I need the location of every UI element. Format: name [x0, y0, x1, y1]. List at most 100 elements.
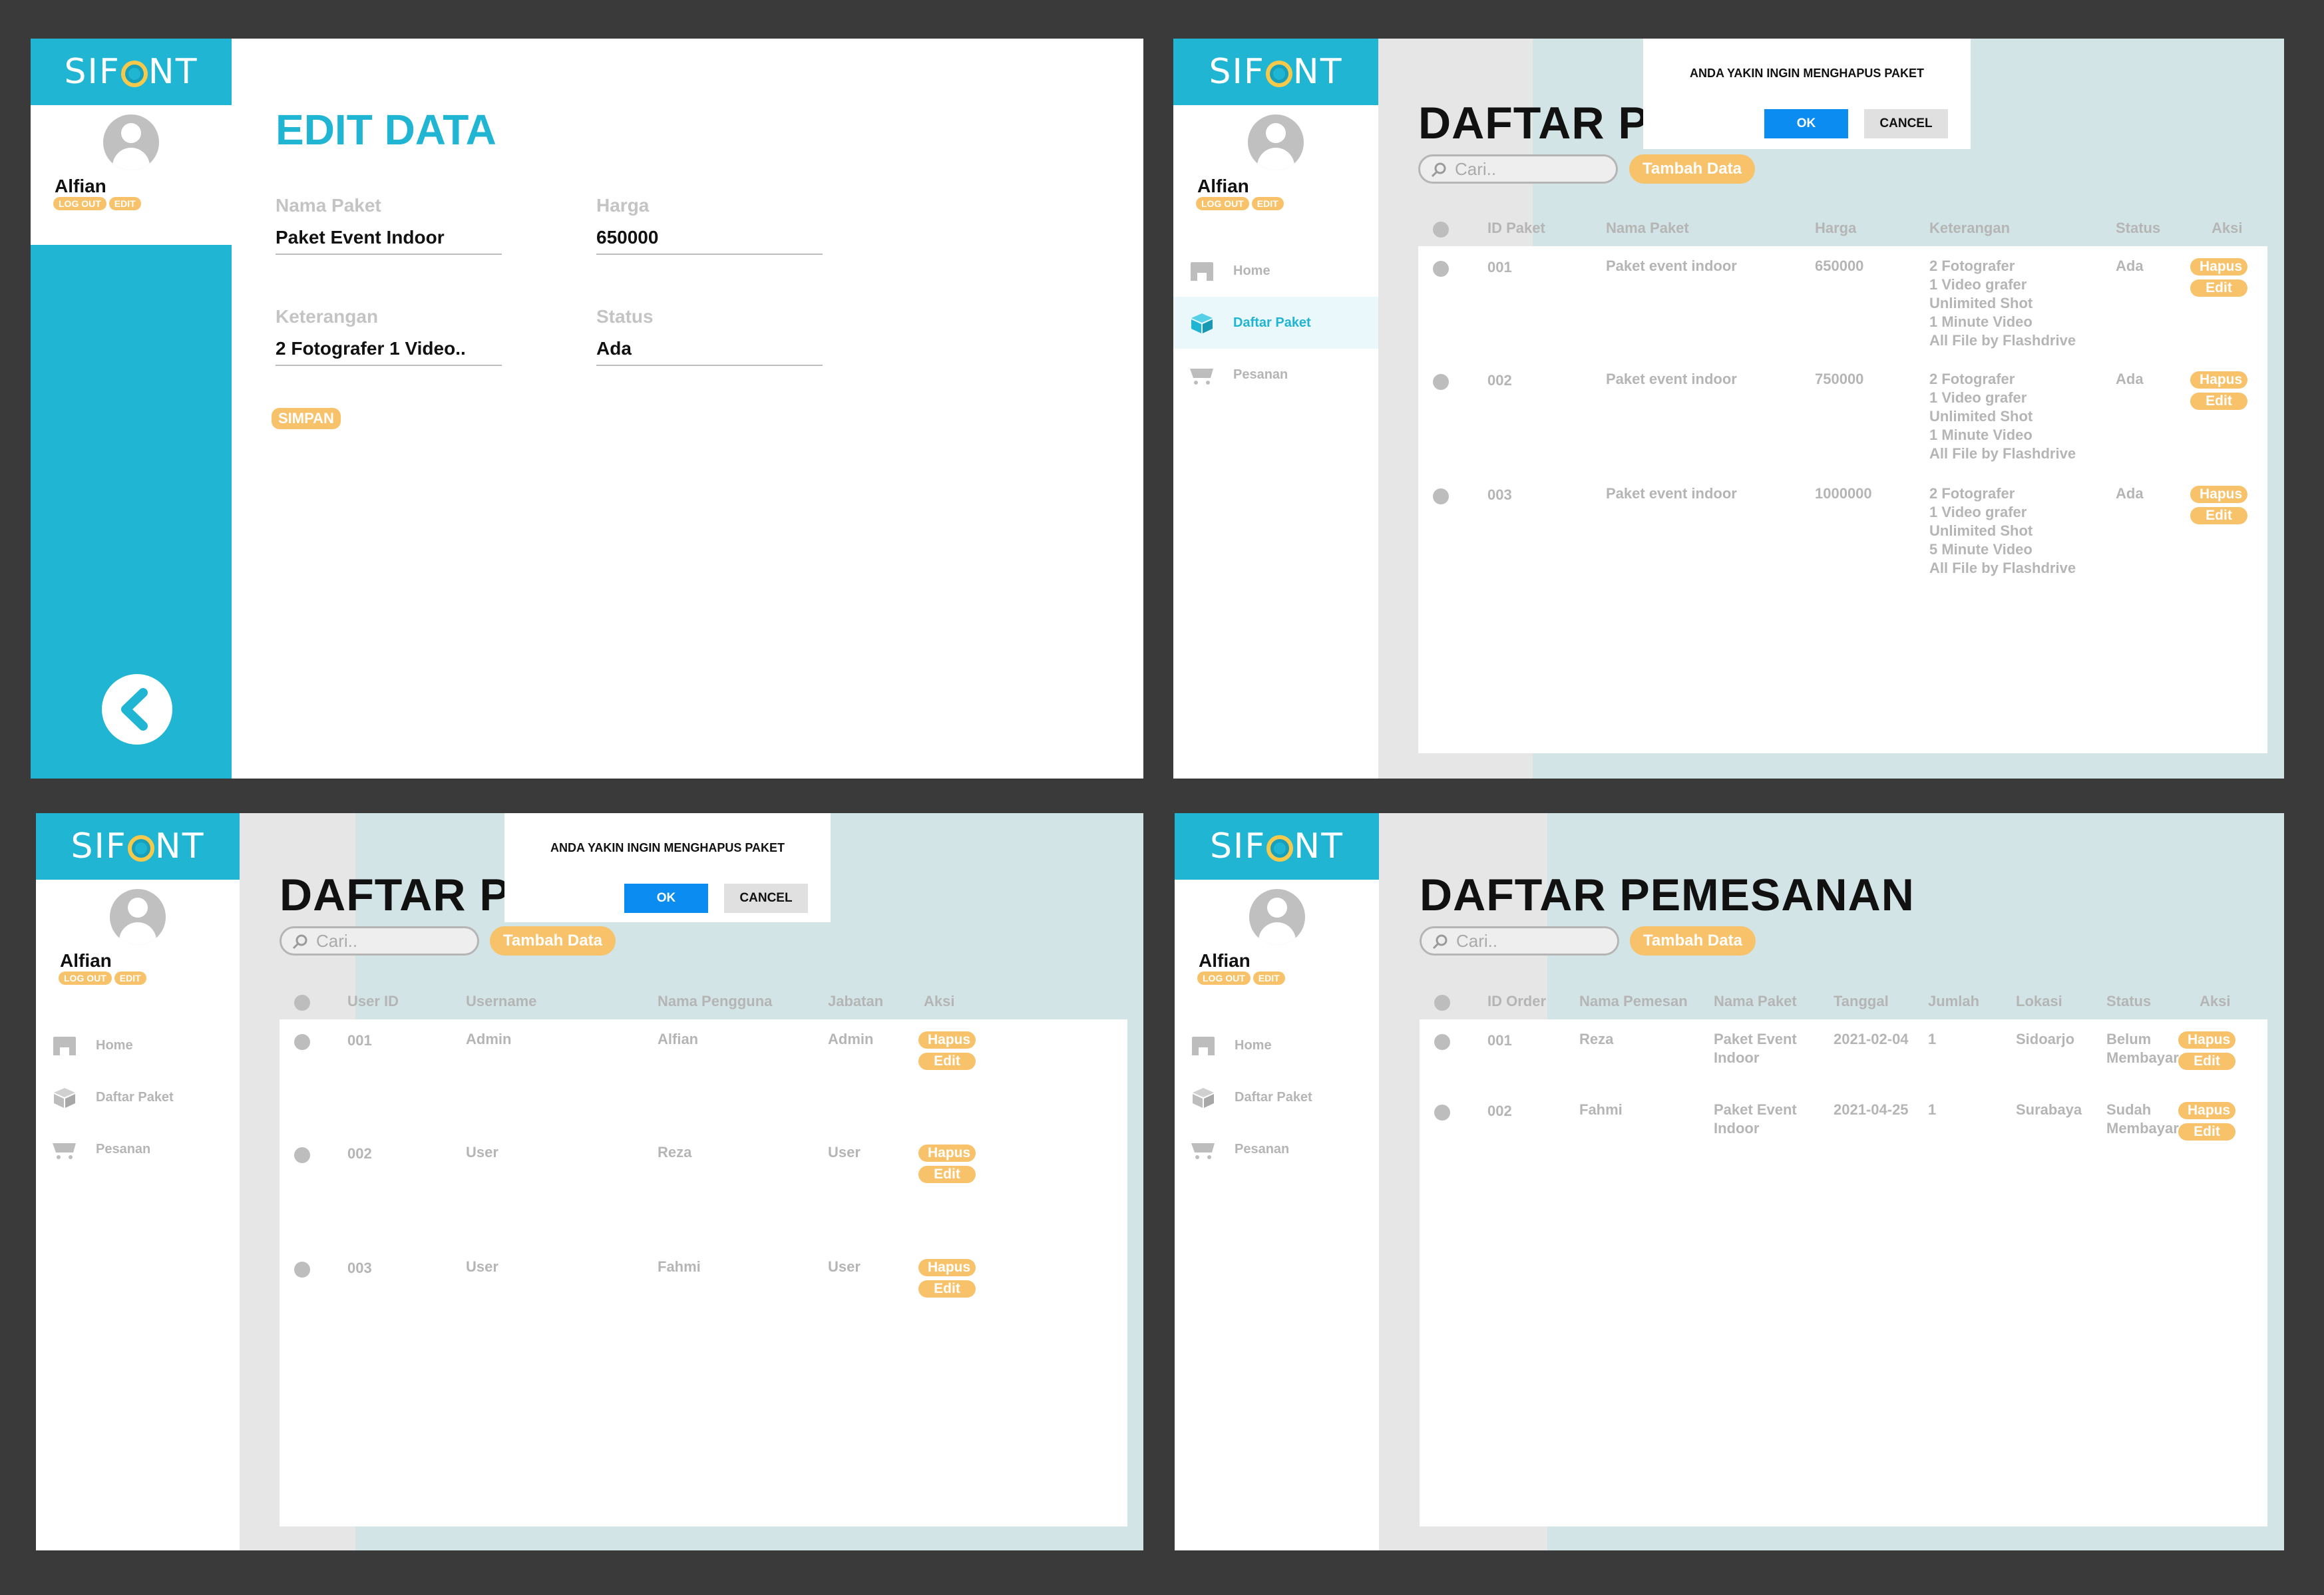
row-checkbox[interactable] [1433, 374, 1449, 390]
cart-icon [1191, 1143, 1215, 1159]
row-checkbox[interactable] [1433, 261, 1449, 277]
edit-button[interactable]: Edit [2190, 507, 2247, 524]
row-checkbox[interactable] [1434, 1105, 1450, 1121]
edit-profile-button[interactable]: EDIT [1253, 972, 1285, 985]
table-row: 002 User Reza User Hapus Edit [280, 1133, 1127, 1247]
logo-lens-icon [120, 61, 148, 87]
profile: Alfian LOG OUT EDIT [36, 880, 240, 1019]
sidebar-item-daftar-paket[interactable]: Daftar Paket [1173, 297, 1378, 349]
add-data-button[interactable]: Tambah Data [1629, 154, 1755, 184]
column-header: Aksi [2212, 220, 2243, 236]
edit-profile-button[interactable]: EDIT [1251, 197, 1284, 210]
column-header: Nama Paket [1606, 220, 1689, 236]
logout-button[interactable]: LOG OUT [1197, 972, 1251, 985]
hapus-button[interactable]: Hapus [918, 1145, 976, 1162]
row-checkbox[interactable] [294, 1262, 310, 1278]
ok-button[interactable]: OK [624, 884, 708, 913]
add-data-button[interactable]: Tambah Data [490, 926, 616, 956]
page-title: EDIT DATA [276, 106, 496, 154]
sidebar-item-home[interactable]: Home [1175, 1019, 1379, 1071]
ok-button[interactable]: OK [1764, 109, 1848, 138]
sidebar-item-home[interactable]: Home [36, 1019, 240, 1071]
select-all-checkbox[interactable] [1433, 222, 1449, 238]
sidebar-item-daftar-paket[interactable]: Daftar Paket [36, 1071, 240, 1123]
save-button[interactable]: SIMPAN [272, 408, 341, 429]
hapus-button[interactable]: Hapus [918, 1259, 976, 1276]
sidebar-item-pesanan[interactable]: Pesanan [1175, 1123, 1379, 1175]
edit-button[interactable]: Edit [918, 1166, 976, 1183]
search-input[interactable]: Cari.. [1418, 154, 1618, 184]
search-input[interactable]: Cari.. [280, 926, 479, 956]
dialog-message: ANDA YAKIN INGIN MENGHAPUS PAKET [1689, 67, 1925, 80]
daftar-pengguna-screen: SIF NT Alfian LOG OUT EDIT Home Daftar Pak… [36, 813, 1143, 1550]
column-header: Harga [1815, 220, 1857, 236]
edit-button[interactable]: Edit [2190, 279, 2247, 297]
edit-button[interactable]: Edit [2190, 393, 2247, 410]
hapus-button[interactable]: Hapus [2190, 371, 2247, 389]
status-input[interactable]: Ada [596, 338, 823, 366]
sidebar-item-home[interactable]: Home [1173, 245, 1378, 297]
logout-button[interactable]: LOG OUT [1196, 197, 1249, 210]
row-checkbox[interactable] [294, 1147, 310, 1163]
row-checkbox[interactable] [294, 1034, 310, 1050]
edit-data-screen: SIF NT Alfian LOG OUT EDIT EDIT DATA Nama … [31, 39, 1143, 779]
keterangan-input[interactable]: 2 Fotografer 1 Video.. [276, 338, 502, 366]
sidebar: SIF NT Alfian LOG OUT EDIT Home Daftar Pak… [1175, 813, 1379, 1550]
select-all-checkbox[interactable] [1434, 995, 1450, 1011]
hapus-button[interactable]: Hapus [2190, 258, 2247, 275]
add-data-button[interactable]: Tambah Data [1630, 926, 1756, 956]
table-row: 001 Paket event indoor 650000 2 Fotograf… [1418, 246, 2267, 359]
keterangan-field[interactable]: Keterangan 2 Fotografer 1 Video.. [276, 306, 502, 366]
logo-lens-icon [127, 835, 154, 862]
logo: SIF NT [31, 39, 232, 105]
avatar [103, 114, 159, 170]
edit-profile-button[interactable]: EDIT [108, 197, 141, 210]
hapus-button[interactable]: Hapus [918, 1031, 976, 1049]
edit-profile-button[interactable]: EDIT [114, 972, 146, 985]
profile: Alfian LOG OUT EDIT [1173, 105, 1378, 245]
sidebar-item-label: Daftar Paket [96, 1089, 174, 1105]
edit-button[interactable]: Edit [2178, 1123, 2235, 1141]
avatar [1248, 114, 1304, 170]
logout-button[interactable]: LOG OUT [53, 197, 106, 210]
chevron-left-icon [121, 688, 148, 731]
sidebar-item-pesanan[interactable]: Pesanan [1173, 349, 1378, 401]
package-icon [1193, 1088, 1214, 1108]
row-checkbox[interactable] [1434, 1034, 1450, 1050]
column-header: ID Order [1487, 993, 1547, 1009]
edit-button[interactable]: Edit [918, 1280, 976, 1298]
dialog-message: ANDA YAKIN INGIN MENGHAPUS PAKET [550, 841, 785, 854]
column-header: Status [2106, 993, 2152, 1009]
edit-button[interactable]: Edit [2178, 1053, 2235, 1070]
table-row: 003 Paket event indoor 1000000 2 Fotogra… [1418, 474, 2267, 588]
profile: Alfian LOG OUT EDIT [31, 105, 232, 245]
sidebar-item-label: Daftar Paket [1233, 315, 1311, 330]
harga-field[interactable]: Harga 650000 [596, 195, 823, 255]
column-header: Keterangan [1929, 220, 2011, 236]
user-name: Alfian [55, 176, 106, 196]
nama-paket-field[interactable]: Nama Paket Paket Event Indoor [276, 195, 502, 255]
status-field[interactable]: Status Ada [596, 306, 823, 366]
sidebar-item-pesanan[interactable]: Pesanan [36, 1123, 240, 1175]
user-name: Alfian [1199, 950, 1251, 971]
hapus-button[interactable]: Hapus [2190, 486, 2247, 503]
cancel-button[interactable]: CANCEL [1864, 109, 1948, 138]
sidebar-item-daftar-paket[interactable]: Daftar Paket [1175, 1071, 1379, 1123]
logout-button[interactable]: LOG OUT [59, 972, 112, 985]
search-icon [1432, 934, 1448, 950]
column-header: Aksi [924, 993, 955, 1009]
select-all-checkbox[interactable] [294, 995, 310, 1011]
row-checkbox[interactable] [1433, 488, 1449, 504]
table-row: 001 Admin Alfian Admin Hapus Edit [280, 1019, 1127, 1133]
table-header: User ID Username Nama Pengguna Jabatan A… [280, 986, 1127, 1019]
edit-button[interactable]: Edit [918, 1053, 976, 1070]
harga-input[interactable]: 650000 [596, 227, 823, 255]
table-row: 002 Fahmi Paket Event Indoor 2021-04-25 1… [1420, 1090, 2267, 1160]
nama-paket-input[interactable]: Paket Event Indoor [276, 227, 502, 255]
search-input[interactable]: Cari.. [1420, 926, 1619, 956]
back-button[interactable] [102, 674, 172, 745]
cancel-button[interactable]: CANCEL [724, 884, 808, 913]
hapus-button[interactable]: Hapus [2178, 1031, 2235, 1049]
sidebar: SIF NT Alfian LOG OUT EDIT Home Daftar Pak… [1173, 39, 1378, 779]
hapus-button[interactable]: Hapus [2178, 1102, 2235, 1119]
